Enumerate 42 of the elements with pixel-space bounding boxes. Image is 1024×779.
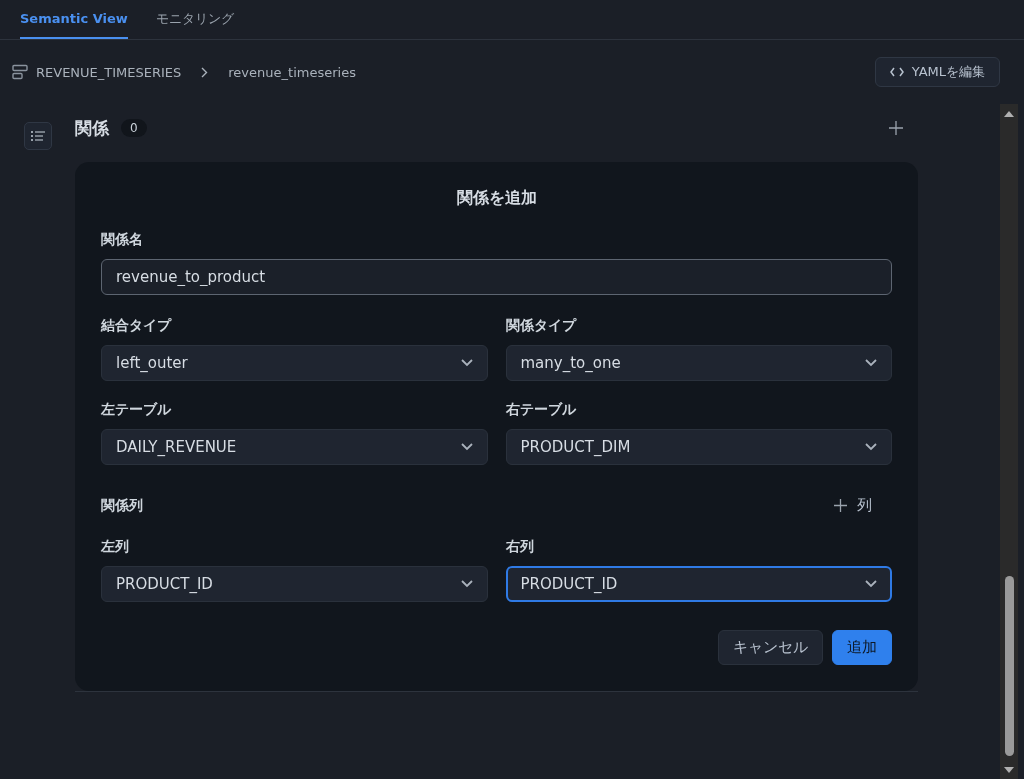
tab[interactable]: Semantic View — [20, 0, 128, 39]
chevron-down-icon — [865, 443, 877, 451]
section-title: 関係 — [75, 116, 109, 140]
tab[interactable]: モニタリング — [155, 0, 234, 39]
chevron-down-icon — [865, 359, 877, 367]
scroll-down-icon[interactable] — [1004, 766, 1014, 774]
field-label: 右列 — [505, 538, 535, 556]
table-icon — [12, 64, 28, 80]
select-field[interactable]: PRODUCT_ID — [101, 566, 488, 602]
edit-yaml-button[interactable]: YAMLを編集 — [874, 57, 1000, 87]
scrollbar[interactable] — [1000, 104, 1018, 779]
scroll-up-icon[interactable] — [1004, 110, 1014, 118]
field-label: 関係名 — [101, 231, 144, 249]
field-label: 結合タイプ — [101, 317, 173, 335]
select-field[interactable]: PRODUCT_ID — [505, 566, 892, 602]
count-badge: 0 — [121, 119, 147, 137]
add-column-button[interactable]: 列 — [828, 495, 878, 516]
chevron-down-icon — [865, 580, 877, 588]
scrollbar-thumb[interactable] — [1004, 576, 1014, 756]
chevron-right-icon — [201, 66, 209, 78]
chevron-down-icon — [460, 443, 473, 451]
select-field[interactable]: PRODUCT_DIM — [505, 429, 892, 465]
field-label: 右テーブル — [505, 401, 577, 419]
plus-icon — [834, 499, 847, 512]
field-label: 関係タイプ — [505, 317, 578, 335]
chevron-down-icon — [460, 359, 473, 367]
code-icon — [889, 67, 904, 77]
section-label: 関係列 — [101, 496, 143, 515]
select-field[interactable]: many_to_one — [505, 345, 892, 381]
list-icon[interactable] — [23, 122, 52, 150]
field-label: 左テーブル — [101, 401, 172, 419]
chevron-down-icon — [460, 580, 473, 588]
breadcrumb-current: revenue_timeseries — [228, 64, 356, 80]
add-button[interactable]: 追加 — [832, 630, 892, 665]
field-label: 左列 — [101, 538, 130, 556]
select-field[interactable]: left_outer — [101, 345, 488, 381]
cancel-button[interactable]: キャンセル — [718, 630, 823, 665]
breadcrumb-link[interactable]: REVENUE_TIMESERIES — [36, 64, 182, 80]
add-icon[interactable] — [888, 120, 904, 136]
dialog-title: 関係を追加 — [455, 188, 538, 209]
input-field[interactable]: revenue_to_product — [101, 259, 892, 295]
select-field[interactable]: DAILY_REVENUE — [101, 429, 488, 465]
